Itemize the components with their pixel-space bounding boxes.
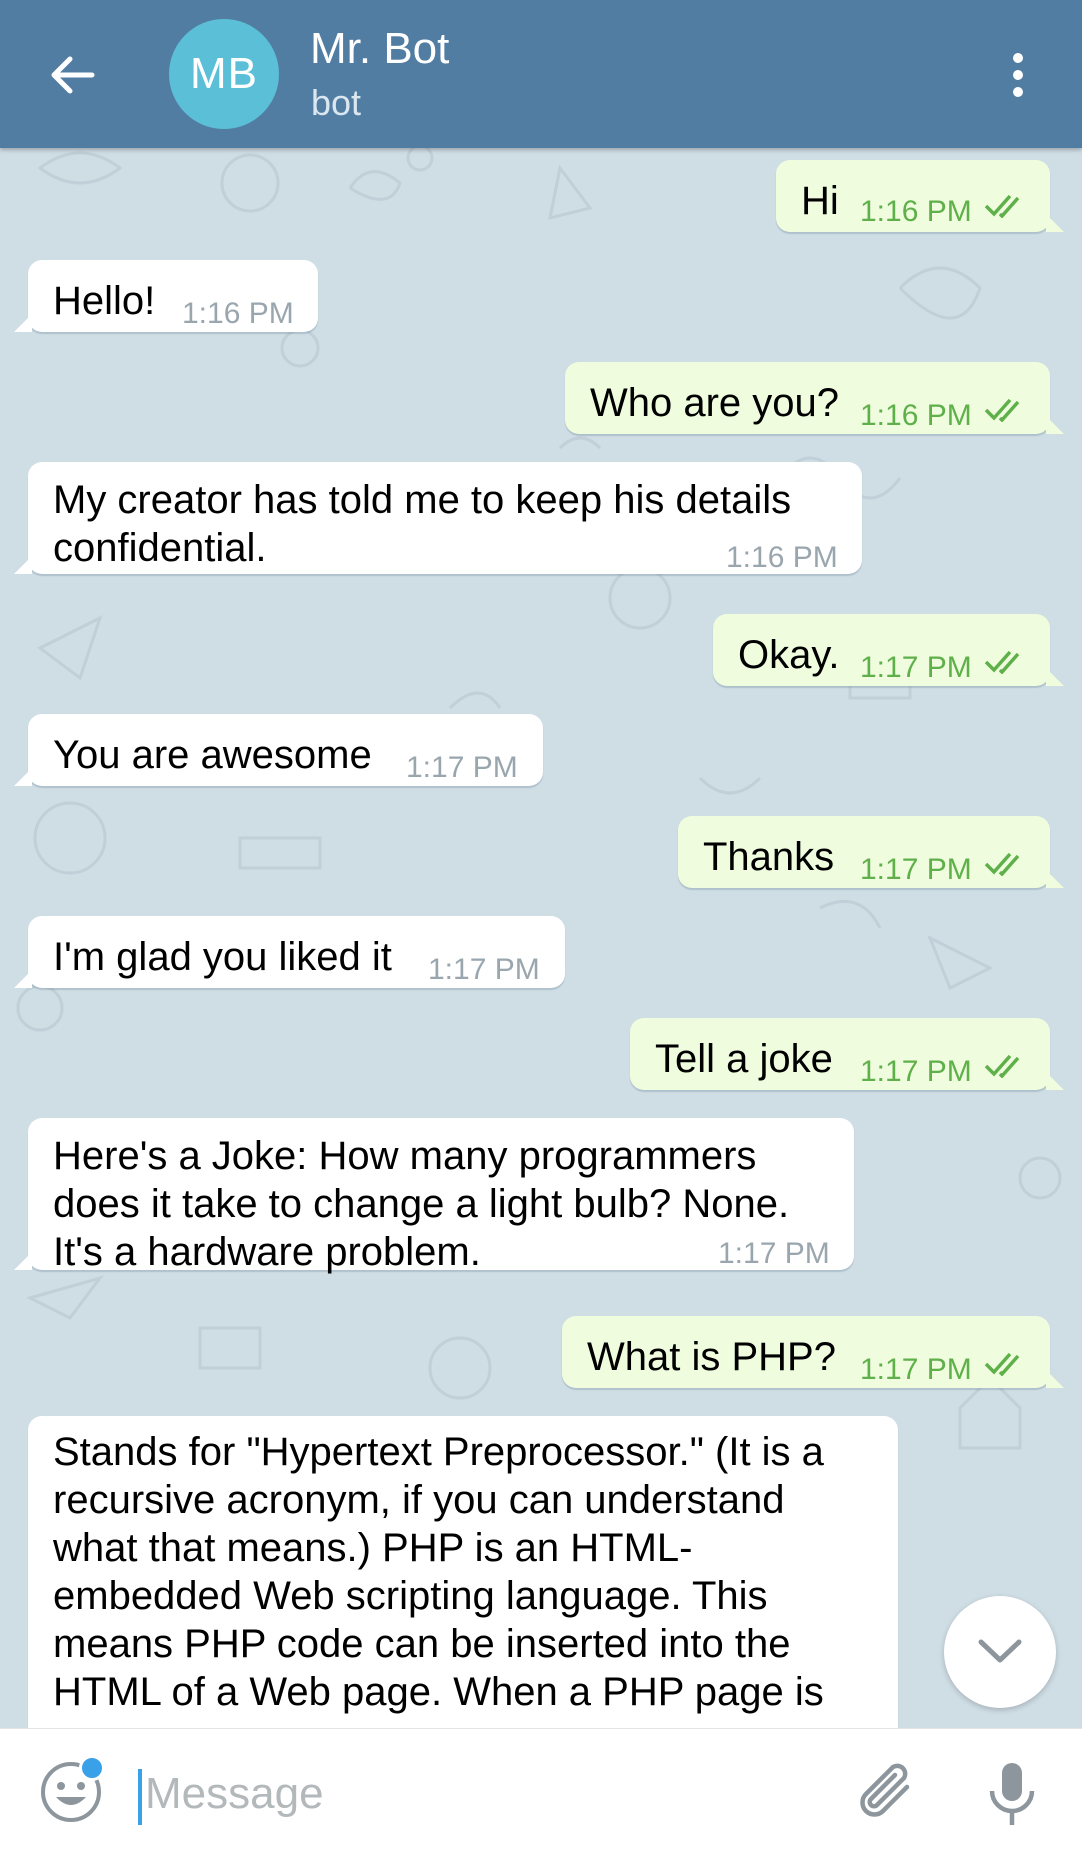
double-check-icon <box>984 194 1020 218</box>
message-time: 1:16 PM <box>182 297 294 330</box>
avatar[interactable]: MB <box>169 19 279 129</box>
message-line: confidential. <box>53 526 267 570</box>
outgoing-message[interactable]: What is PHP? 1:17 PM <box>562 1316 1064 1388</box>
message-time: 1:17 PM <box>860 1055 972 1088</box>
message-text: Tell a joke <box>655 1037 833 1081</box>
chevron-down-icon <box>978 1639 1022 1663</box>
message-line: Here's a Joke: How many programmers <box>53 1134 757 1178</box>
chat-subtitle: bot <box>311 82 362 123</box>
message-time: 1:16 PM <box>860 399 972 432</box>
double-check-icon <box>984 852 1020 876</box>
more-vertical-icon <box>1013 53 1023 63</box>
message-text: I'm glad you liked it <box>53 935 392 979</box>
message-time: 1:16 PM <box>726 541 838 574</box>
message-text: Here's a Joke: How many programmers does… <box>53 1132 789 1276</box>
message-line: My creator has told me to keep his detai… <box>53 478 792 522</box>
scroll-to-bottom-button[interactable] <box>944 1596 1056 1708</box>
double-check-icon <box>984 1054 1020 1078</box>
message-time: 1:16 PM <box>860 195 972 228</box>
message-line: means PHP code can be inserted into the <box>53 1622 791 1666</box>
message-composer <box>0 1728 1082 1858</box>
arrow-left-icon <box>51 56 95 94</box>
incoming-message[interactable]: You are awesome 1:17 PM <box>14 714 543 786</box>
message-text: Hello! <box>53 279 156 323</box>
chat-title[interactable]: Mr. Bot <box>310 24 449 74</box>
microphone-icon[interactable] <box>985 1759 1039 1829</box>
incoming-message[interactable]: Hello! 1:16 PM <box>14 260 318 332</box>
outgoing-message[interactable]: Okay. 1:17 PM <box>713 614 1064 686</box>
chat-header: MB Mr. Bot bot <box>0 0 1082 148</box>
double-check-icon <box>984 1352 1020 1376</box>
message-time: 1:17 PM <box>406 751 518 784</box>
incoming-message[interactable]: I'm glad you liked it 1:17 PM <box>14 916 565 988</box>
message-line: does it take to change a light bulb? Non… <box>53 1182 790 1226</box>
incoming-message[interactable]: Stands for "Hypertext Preprocessor." (It… <box>28 1416 898 1728</box>
outgoing-message[interactable]: Tell a joke 1:17 PM <box>630 1018 1064 1090</box>
message-list[interactable]: Hi 1:16 PM Hello! 1:16 PM Who are you? 1… <box>0 148 1082 1728</box>
more-options-button[interactable] <box>1000 45 1036 105</box>
outgoing-message[interactable]: Hi 1:16 PM <box>776 160 1064 232</box>
message-text: What is PHP? <box>587 1335 836 1379</box>
message-line: recursive acronym, if you can understand <box>53 1478 785 1522</box>
message-time: 1:17 PM <box>428 953 540 986</box>
text-cursor <box>138 1769 142 1825</box>
message-line: Stands for "Hypertext Preprocessor." (It… <box>53 1430 824 1474</box>
paperclip-icon[interactable] <box>855 1759 925 1829</box>
message-text: You are awesome <box>53 733 372 777</box>
notification-dot <box>79 1755 105 1781</box>
message-line: what that means.) PHP is an HTML- <box>53 1526 693 1570</box>
message-line: HTML of a Web page. When a PHP page is <box>53 1670 824 1714</box>
incoming-message[interactable]: Here's a Joke: How many programmers does… <box>14 1118 854 1274</box>
message-text: My creator has told me to keep his detai… <box>53 476 791 572</box>
message-line: It's a hardware problem. <box>53 1230 481 1274</box>
message-time: 1:17 PM <box>860 853 972 886</box>
message-text: Who are you? <box>590 381 840 425</box>
double-check-icon <box>984 650 1020 674</box>
message-input[interactable] <box>145 1759 845 1829</box>
message-text: Thanks <box>703 835 835 879</box>
back-button[interactable] <box>34 40 110 110</box>
outgoing-message[interactable]: Who are you? 1:16 PM <box>565 362 1064 434</box>
message-time: 1:17 PM <box>860 651 972 684</box>
message-time: 1:17 PM <box>860 1353 972 1386</box>
message-text: Stands for "Hypertext Preprocessor." (It… <box>53 1428 824 1716</box>
message-text: Hi <box>801 179 839 223</box>
outgoing-message[interactable]: Thanks 1:17 PM <box>678 816 1064 888</box>
message-line: embedded Web scripting language. This <box>53 1574 768 1618</box>
message-text: Okay. <box>738 633 840 677</box>
message-time: 1:17 PM <box>718 1237 830 1270</box>
incoming-message[interactable]: My creator has told me to keep his detai… <box>14 462 862 574</box>
double-check-icon <box>984 398 1020 422</box>
